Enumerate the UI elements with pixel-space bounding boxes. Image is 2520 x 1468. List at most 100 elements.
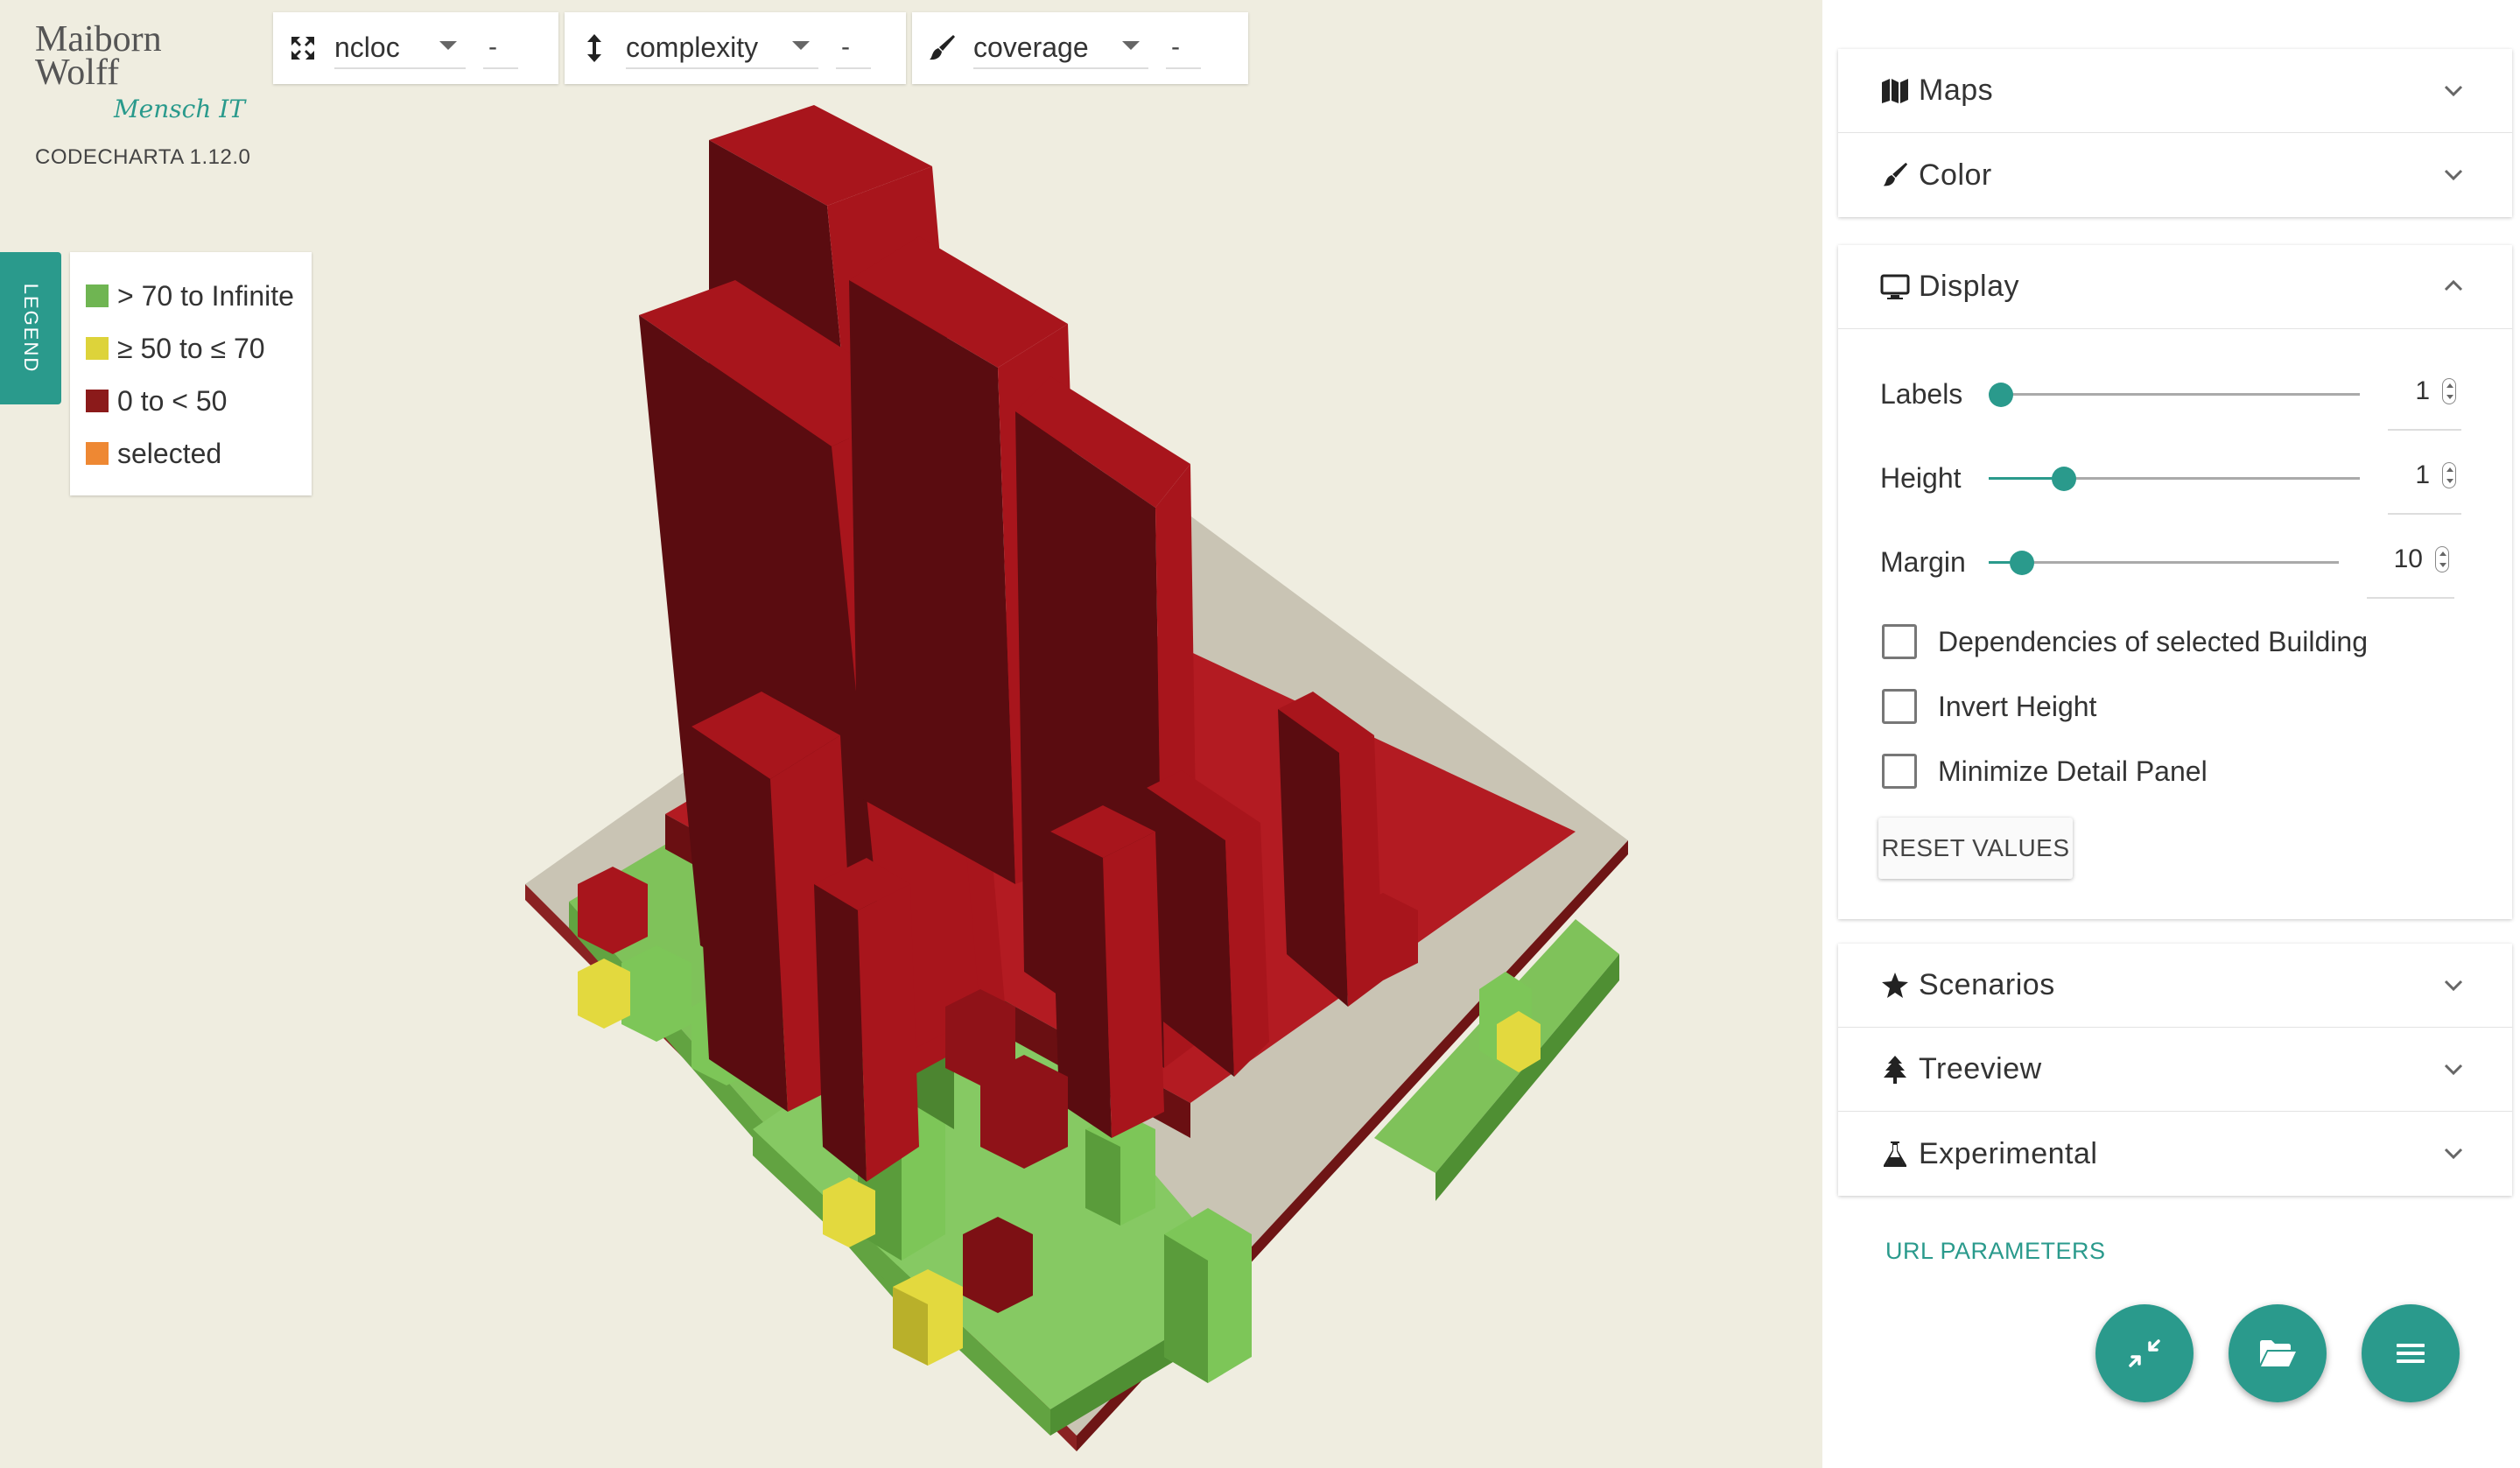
margin-number-input[interactable]: 10 bbox=[2367, 536, 2454, 599]
dropdown-arrow-icon bbox=[439, 41, 457, 50]
display-title: Display bbox=[1919, 270, 2019, 303]
legend-toggle-tab[interactable]: LEGEND bbox=[0, 252, 61, 404]
height-value: 1 bbox=[2415, 460, 2430, 489]
collapse-button[interactable] bbox=[2095, 1304, 2194, 1402]
height-number-input[interactable]: 1 bbox=[2388, 452, 2461, 515]
invert-height-checkbox-row[interactable]: Invert Height bbox=[1882, 686, 2096, 727]
experimental-panel-header[interactable]: Experimental bbox=[1838, 1112, 2512, 1196]
map-icon bbox=[1880, 76, 1910, 106]
chevron-down-icon bbox=[2444, 85, 2463, 97]
legend-tab-label: LEGEND bbox=[20, 283, 43, 374]
menu-button[interactable] bbox=[2362, 1304, 2460, 1402]
legend-item-label: > 70 to Infinite bbox=[117, 279, 294, 312]
area-metric-value: ncloc bbox=[334, 31, 400, 63]
area-metric-chooser: ncloc - bbox=[273, 12, 558, 84]
legend-item: 0 to < 50 bbox=[86, 375, 296, 427]
margin-value: 10 bbox=[2393, 544, 2423, 573]
dependencies-checkbox[interactable] bbox=[1882, 624, 1917, 659]
spinner-icon[interactable] bbox=[2442, 378, 2456, 404]
app-version: CODECHARTA 1.12.0 bbox=[35, 145, 251, 169]
legend-item: selected bbox=[86, 427, 296, 480]
monitor-icon bbox=[1880, 272, 1910, 302]
legend-panel: > 70 to Infinite ≥ 50 to ≤ 70 0 to < 50 … bbox=[70, 252, 312, 495]
maps-title: Maps bbox=[1919, 74, 1994, 107]
margin-slider-thumb[interactable] bbox=[2010, 551, 2034, 575]
open-file-button[interactable] bbox=[2229, 1304, 2327, 1402]
folder-open-icon bbox=[2260, 1340, 2296, 1366]
height-slider-fill bbox=[1989, 477, 2057, 480]
legend-swatch-yellow bbox=[86, 337, 109, 360]
scenarios-panel-header[interactable]: Scenarios bbox=[1838, 944, 2512, 1028]
dropdown-arrow-icon bbox=[1122, 41, 1140, 50]
paint-brush-icon bbox=[1880, 160, 1910, 190]
legend-swatch-orange bbox=[86, 442, 109, 465]
code-city-towers[interactable] bbox=[490, 96, 1663, 1462]
labels-slider-row: Labels 1 bbox=[1880, 368, 2475, 431]
margin-label: Margin bbox=[1880, 546, 1966, 578]
height-metric-select[interactable]: complexity bbox=[626, 27, 818, 69]
color-title: Color bbox=[1919, 158, 1992, 192]
logo-signature: Mensch IT bbox=[114, 95, 245, 123]
chevron-down-icon bbox=[2444, 169, 2463, 181]
reset-values-button[interactable]: RESET VALUES bbox=[1878, 818, 2073, 879]
compress-arrows-icon bbox=[2129, 1339, 2160, 1367]
height-slider-row: Height 1 bbox=[1880, 452, 2475, 515]
treeview-panel-header[interactable]: Treeview bbox=[1838, 1028, 2512, 1112]
legend-item-label: 0 to < 50 bbox=[117, 384, 228, 417]
labels-number-input[interactable]: 1 bbox=[2388, 368, 2461, 431]
display-panel-header[interactable]: Display bbox=[1838, 245, 2512, 329]
color-metric-value-field: - bbox=[1166, 27, 1201, 69]
labels-value: 1 bbox=[2415, 376, 2430, 405]
dependencies-label: Dependencies of selected Building bbox=[1938, 625, 2368, 657]
legend-item-label: selected bbox=[117, 437, 222, 469]
spinner-icon[interactable] bbox=[2435, 546, 2449, 572]
chevron-down-icon bbox=[2444, 1148, 2463, 1160]
url-parameters-link[interactable]: URL PARAMETERS bbox=[1885, 1238, 2106, 1265]
chevron-down-icon bbox=[2444, 980, 2463, 992]
treeview-title: Treeview bbox=[1919, 1052, 2042, 1085]
expand-arrows-icon bbox=[287, 32, 319, 64]
height-slider-thumb[interactable] bbox=[2052, 467, 2076, 491]
experimental-title: Experimental bbox=[1919, 1136, 2098, 1170]
height-metric-value-field: - bbox=[836, 27, 871, 69]
color-metric-value: coverage bbox=[973, 31, 1089, 63]
labels-slider-track[interactable] bbox=[1989, 393, 2360, 396]
scenarios-title: Scenarios bbox=[1919, 968, 2055, 1001]
invert-height-label: Invert Height bbox=[1938, 690, 2097, 722]
spinner-icon[interactable] bbox=[2442, 462, 2456, 488]
maps-panel-header[interactable]: Maps bbox=[1838, 49, 2512, 133]
invert-height-checkbox[interactable] bbox=[1882, 689, 1917, 724]
legend-item: > 70 to Infinite bbox=[86, 270, 296, 322]
color-panel-header[interactable]: Color bbox=[1838, 133, 2512, 217]
minimize-detail-checkbox-row[interactable]: Minimize Detail Panel bbox=[1882, 751, 2208, 791]
vertical-arrow-icon bbox=[579, 32, 610, 64]
height-metric-chooser: complexity - bbox=[565, 12, 906, 84]
dropdown-arrow-icon bbox=[792, 41, 810, 50]
color-metric-chooser: coverage - bbox=[912, 12, 1248, 84]
height-metric-value: complexity bbox=[626, 31, 759, 63]
area-metric-value-field: - bbox=[483, 27, 518, 69]
logo-line-2: Wolff bbox=[35, 53, 120, 93]
labels-slider-thumb[interactable] bbox=[1989, 383, 2013, 407]
maibornwolff-logo: Maiborn Wolff Mensch IT bbox=[35, 21, 245, 123]
height-label: Height bbox=[1880, 462, 1962, 494]
tools-card: Scenarios Treeview Experimental bbox=[1838, 944, 2512, 1196]
paint-brush-icon bbox=[926, 32, 958, 64]
flask-icon bbox=[1880, 1139, 1910, 1169]
color-metric-select[interactable]: coverage bbox=[973, 27, 1148, 69]
star-icon bbox=[1880, 971, 1910, 1001]
minimize-detail-label: Minimize Detail Panel bbox=[1938, 755, 2208, 787]
legend-item-label: ≥ 50 to ≤ 70 bbox=[117, 332, 265, 364]
margin-slider-track[interactable] bbox=[1989, 561, 2339, 564]
dependencies-checkbox-row[interactable]: Dependencies of selected Building bbox=[1882, 622, 2368, 662]
tree-icon bbox=[1880, 1055, 1910, 1085]
minimize-detail-checkbox[interactable] bbox=[1882, 754, 1917, 789]
maps-color-card: Maps Color bbox=[1838, 49, 2512, 217]
legend-item: ≥ 50 to ≤ 70 bbox=[86, 322, 296, 375]
hamburger-menu-icon bbox=[2397, 1344, 2425, 1363]
margin-slider-row: Margin 10 bbox=[1880, 536, 2475, 599]
legend-swatch-red bbox=[86, 390, 109, 412]
legend-swatch-green bbox=[86, 284, 109, 307]
chevron-down-icon bbox=[2444, 1064, 2463, 1076]
area-metric-select[interactable]: ncloc bbox=[334, 27, 466, 69]
